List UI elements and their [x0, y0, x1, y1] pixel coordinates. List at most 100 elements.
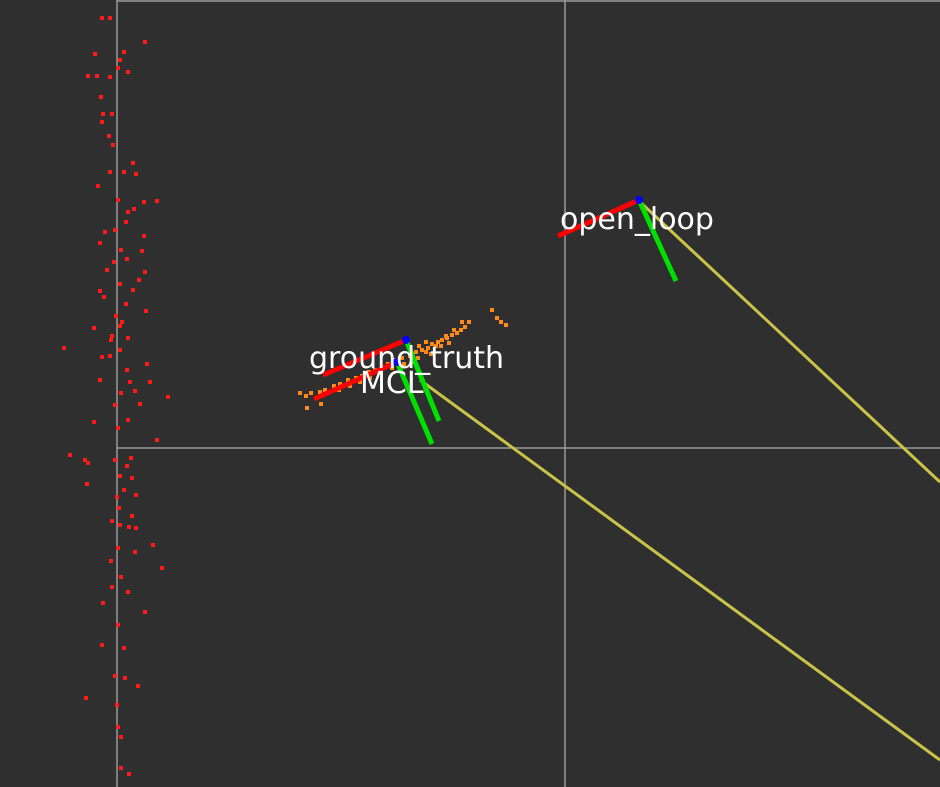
laser-point — [142, 200, 146, 204]
laser-point — [93, 52, 97, 56]
laser-point — [111, 143, 115, 147]
laser-point — [109, 559, 113, 563]
trajectories — [419, 200, 940, 762]
laser-point — [117, 506, 121, 510]
laser-point — [118, 348, 122, 352]
laser-point — [100, 355, 104, 359]
laser-point — [127, 772, 131, 776]
laser-point — [110, 112, 114, 116]
laser-point — [137, 278, 141, 282]
laser-point — [132, 207, 136, 211]
laser-point — [118, 474, 122, 478]
laser-point — [118, 523, 122, 527]
laser-point — [155, 438, 159, 442]
laser-point — [122, 170, 126, 174]
laser-point — [122, 646, 126, 650]
laser-point — [140, 249, 144, 253]
laser-point — [98, 241, 102, 245]
laser-point — [119, 391, 123, 395]
laser-point — [100, 16, 104, 20]
laser-point — [133, 389, 137, 393]
particle — [467, 320, 471, 324]
laser-point — [68, 453, 72, 457]
laser-point — [119, 575, 123, 579]
laser-point — [85, 482, 89, 486]
particle — [319, 402, 323, 406]
laser-point — [103, 230, 107, 234]
mcl-label: MCL — [360, 366, 424, 401]
laser-point — [125, 368, 129, 372]
laser-point — [109, 338, 113, 342]
laser-point — [125, 464, 129, 468]
laser-point — [142, 234, 146, 238]
laser-point — [166, 395, 170, 399]
laser-point — [126, 336, 130, 340]
laser-point — [118, 324, 122, 328]
laser-point — [134, 172, 138, 176]
laser-point — [100, 120, 104, 124]
laser-point — [113, 228, 117, 232]
scene-canvas[interactable] — [0, 0, 940, 787]
laser-point — [116, 66, 120, 70]
laser-point — [116, 546, 120, 550]
particle — [463, 325, 467, 329]
particle — [298, 391, 302, 395]
laser-point — [113, 403, 117, 407]
particle — [452, 328, 456, 332]
laser-point — [134, 493, 138, 497]
laser-point — [108, 170, 112, 174]
laser-point — [144, 309, 148, 313]
laser-point — [126, 418, 130, 422]
laser-point — [110, 585, 114, 589]
laser-point — [105, 268, 109, 272]
laser-point — [131, 161, 135, 165]
laser-scan-points — [62, 16, 170, 776]
laser-point — [143, 270, 147, 274]
particle — [499, 320, 503, 324]
laser-point — [110, 519, 114, 523]
laser-point — [113, 674, 117, 678]
laser-point — [92, 420, 96, 424]
open-loop-trajectory-line — [638, 200, 940, 484]
laser-point — [155, 199, 159, 203]
laser-point — [143, 40, 147, 44]
laser-point — [118, 58, 122, 62]
laser-point — [95, 74, 99, 78]
laser-point — [116, 198, 120, 202]
laser-point — [127, 525, 131, 529]
laser-point — [99, 95, 103, 99]
laser-point — [84, 696, 88, 700]
laser-point — [143, 610, 147, 614]
particle — [460, 320, 464, 324]
laser-point — [115, 495, 119, 499]
particle — [305, 406, 309, 410]
laser-point — [148, 380, 152, 384]
laser-point — [133, 550, 137, 554]
laser-point — [129, 456, 133, 460]
laser-point — [119, 735, 123, 739]
laser-point — [113, 458, 117, 462]
laser-point — [115, 703, 119, 707]
laser-point — [110, 334, 114, 338]
laser-point — [130, 476, 134, 480]
laser-point — [145, 362, 149, 366]
laser-point — [123, 676, 127, 680]
laser-point — [128, 380, 132, 384]
laser-point — [86, 461, 90, 465]
laser-point — [122, 488, 126, 492]
laser-point — [112, 260, 116, 264]
laser-point — [124, 220, 128, 224]
laser-point — [134, 526, 138, 530]
laser-point — [126, 70, 130, 74]
laser-point — [138, 402, 142, 406]
laser-point — [136, 684, 140, 688]
laser-point — [120, 320, 124, 324]
laser-point — [108, 75, 112, 79]
laser-point — [116, 725, 120, 729]
particle — [444, 334, 448, 338]
laser-point — [108, 354, 112, 358]
laser-point — [62, 346, 66, 350]
rviz-viewport[interactable]: ground_truth MCL open_loop — [0, 0, 940, 787]
open-loop-label: open_loop — [560, 202, 714, 237]
particle — [490, 308, 494, 312]
